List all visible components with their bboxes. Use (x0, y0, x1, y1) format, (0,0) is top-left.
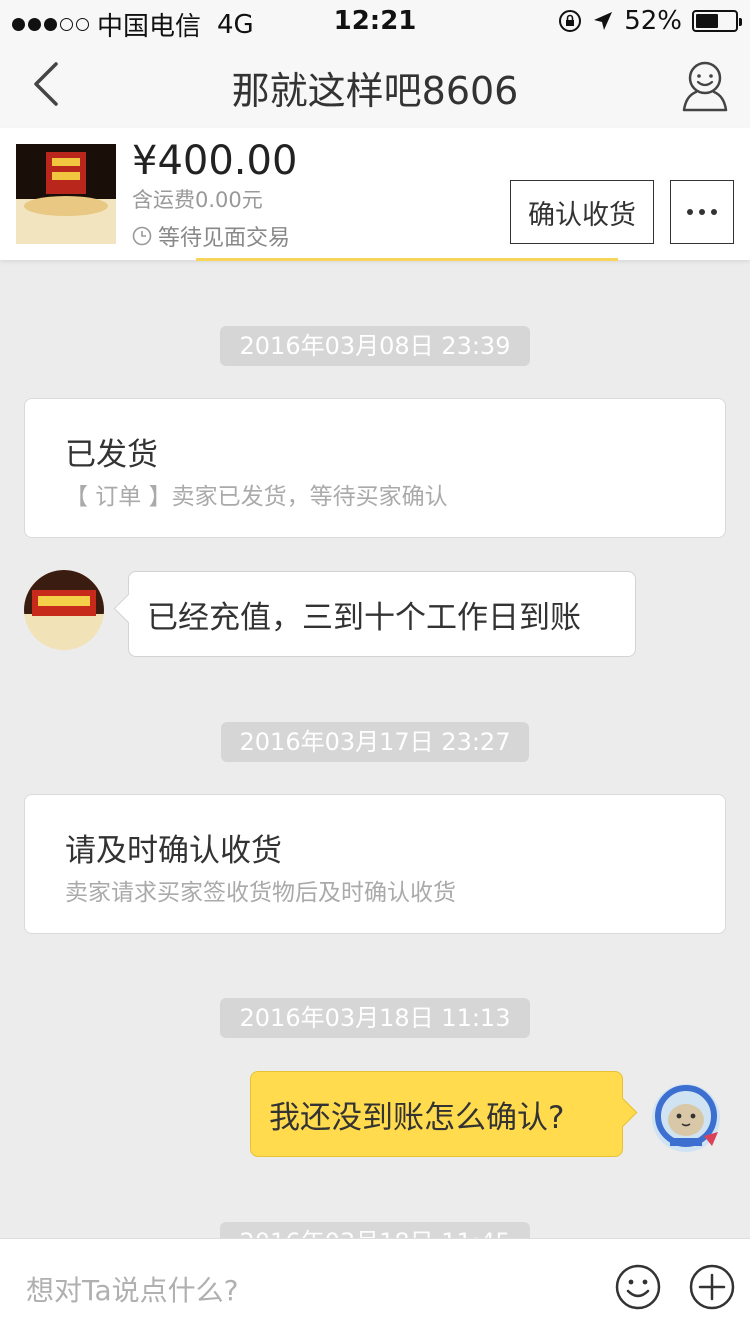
seller-avatar[interactable] (24, 570, 104, 650)
battery-icon (692, 10, 742, 32)
more-dots-icon[interactable] (670, 180, 734, 244)
user-face-icon[interactable] (680, 58, 730, 112)
chat-title: 那就这样吧8606 (231, 69, 519, 113)
timestamp: 2016年03月08日 23:39 (220, 326, 530, 366)
product-bar: ¥400.00 含运费0.00元 等待见面交易 确认收货 (0, 128, 750, 260)
nav-bar: 那就这样吧8606 (0, 42, 750, 128)
status-bar: 中国电信 4G 12:21 52% (0, 0, 750, 42)
message-bubble-incoming[interactable]: 已经充值，三到十个工作日到账 (128, 571, 636, 657)
plus-icon[interactable] (688, 1263, 736, 1311)
system-card-confirm-request[interactable]: 请及时确认收货 卖家请求买家签收货物后及时确认收货 (24, 794, 726, 934)
system-card-subtitle: 卖家请求买家签收货物后及时确认收货 (65, 880, 456, 906)
message-input[interactable]: 想对Ta说点什么? (26, 1269, 239, 1309)
deal-status: 等待见面交易 (132, 220, 290, 252)
battery-percent: 52% (624, 6, 682, 36)
location-arrow-icon (594, 12, 613, 30)
my-avatar[interactable] (646, 1076, 726, 1156)
shipping-fee: 含运费0.00元 (132, 188, 263, 212)
product-thumbnail[interactable] (16, 144, 116, 244)
system-card-subtitle: 【 订单 】卖家已发货，等待买家确认 (65, 484, 448, 510)
rotation-lock-icon (559, 10, 582, 32)
product-bar-accent-line (196, 258, 618, 261)
status-icons: 52% (558, 6, 742, 36)
confirm-receipt-button[interactable]: 确认收货 (510, 180, 654, 244)
clock-icon (132, 226, 152, 246)
message-bubble-outgoing[interactable]: 我还没到账怎么确认? (250, 1071, 623, 1157)
system-card-shipped[interactable]: 已发货 【 订单 】卖家已发货，等待买家确认 (24, 398, 726, 538)
timestamp: 2016年03月17日 23:27 (221, 722, 529, 762)
system-card-title: 请及时确认收货 (65, 833, 282, 869)
product-price: ¥400.00 (132, 138, 298, 184)
emoji-icon[interactable] (614, 1263, 662, 1311)
timestamp: 2016年03月18日 11:13 (220, 998, 530, 1038)
system-card-title: 已发货 (65, 437, 158, 473)
deal-status-text: 等待见面交易 (158, 226, 291, 251)
input-bar: 想对Ta说点什么? (0, 1238, 750, 1334)
